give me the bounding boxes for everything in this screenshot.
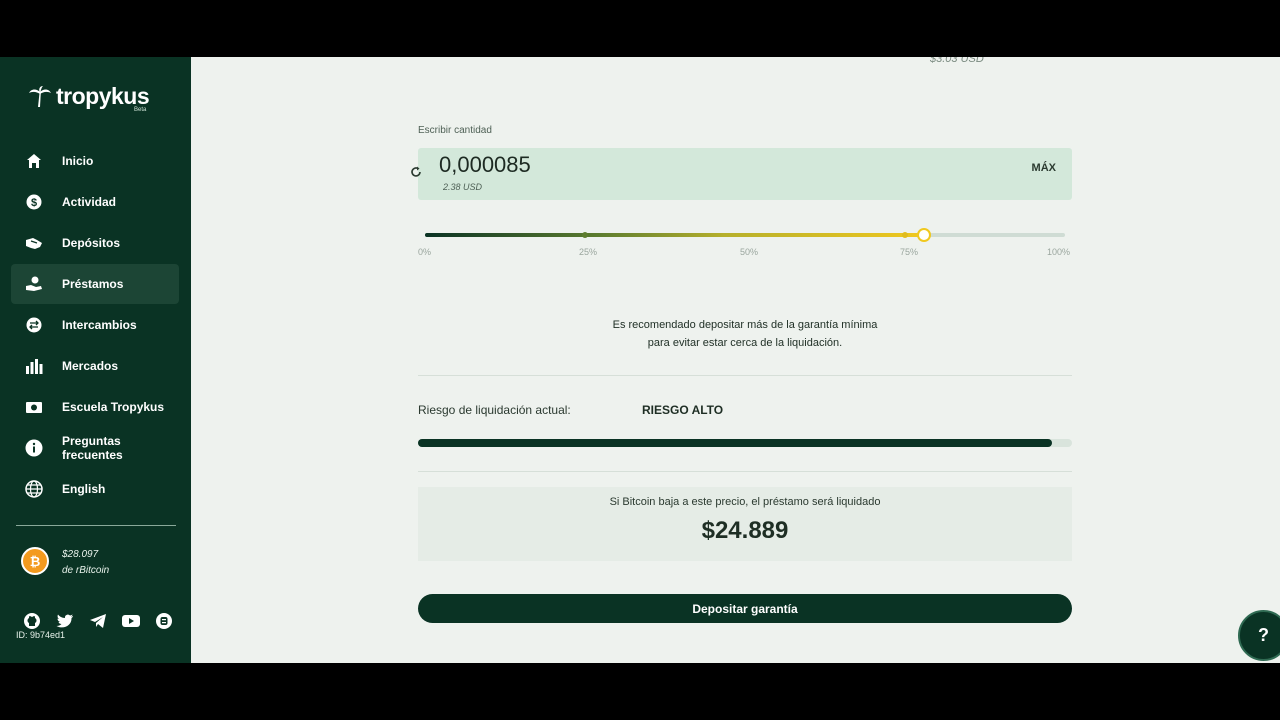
refresh-icon[interactable] — [410, 166, 422, 178]
social-links — [22, 611, 174, 631]
twitter-icon[interactable] — [55, 611, 75, 631]
main-content: $3.03 USD Escribir cantidad 0,000085 2.3… — [191, 57, 1280, 663]
bar-chart-icon — [25, 357, 43, 375]
telegram-icon[interactable] — [88, 611, 108, 631]
sidebar-item-label: English — [62, 482, 106, 496]
slider-tick-75 — [902, 232, 908, 238]
sidebar-item-label: Mercados — [62, 359, 119, 373]
amount-value[interactable]: 0,000085 — [439, 152, 531, 178]
logo-text: tropykus — [56, 83, 150, 109]
risk-bar — [418, 439, 1072, 447]
logo[interactable]: tropykus Beta — [28, 83, 150, 113]
sidebar-item-escuela[interactable]: Escuela Tropykus — [11, 387, 179, 427]
slider-thumb[interactable] — [917, 228, 932, 242]
amount-label: Escribir cantidad — [418, 125, 492, 136]
sidebar-item-preguntas[interactable]: Preguntas frecuentes — [11, 428, 179, 468]
sidebar-nav: Inicio $ Actividad Depósitos Préstamos I… — [11, 141, 179, 510]
risk-value: RIESGO ALTO — [642, 403, 724, 417]
liquidation-price: $24.889 — [701, 517, 789, 544]
amount-usd: 2.38 USD — [443, 182, 483, 192]
beta-badge: Beta — [134, 107, 147, 113]
sidebar-item-label: Escuela Tropykus — [62, 400, 165, 414]
risk-bar-fill — [418, 439, 1053, 447]
divider — [418, 375, 1072, 376]
dollar-icon: $ — [25, 193, 43, 211]
svg-text:$: $ — [31, 197, 37, 209]
loan-icon — [25, 275, 43, 293]
bitcoin-symbol: ₿ — [29, 553, 41, 569]
amount-slider[interactable]: 0% 25% 50% 75% 100% — [418, 227, 1072, 257]
btc-price-widget: ₿ $28.097 de rBitcoin — [21, 547, 109, 579]
sidebar-item-label: Preguntas frecuentes — [62, 434, 123, 462]
sidebar: tropykus Beta Inicio $ Actividad Depósit… — [0, 57, 191, 663]
btc-unit: de rBitcoin — [62, 565, 110, 576]
slider-label-25: 25% — [579, 247, 598, 257]
help-button[interactable]: ? — [1238, 610, 1280, 661]
github-icon[interactable] — [22, 611, 42, 631]
sidebar-item-label: Inicio — [62, 154, 94, 168]
palm-tree-icon — [29, 85, 51, 107]
sidebar-divider — [16, 525, 176, 526]
sidebar-item-depositos[interactable]: Depósitos — [11, 223, 179, 263]
blog-icon[interactable] — [154, 611, 174, 631]
btc-price: $28.097 — [62, 549, 99, 560]
home-icon — [25, 152, 43, 170]
sidebar-item-mercados[interactable]: Mercados — [11, 346, 179, 386]
info-icon — [25, 439, 43, 457]
youtube-icon[interactable] — [121, 611, 141, 631]
sidebar-item-prestamos[interactable]: Préstamos — [11, 264, 179, 304]
sidebar-item-label: Depósitos — [62, 236, 121, 250]
slider-label-0: 0% — [418, 247, 432, 257]
top-usd-value: $3.03 USD — [930, 57, 984, 65]
sidebar-item-label: Préstamos — [62, 277, 124, 291]
video-icon — [25, 398, 43, 416]
slider-fill — [425, 233, 925, 237]
liquidation-box: Si Bitcoin baja a este precio, el présta… — [418, 487, 1072, 561]
sidebar-item-actividad[interactable]: $ Actividad — [11, 182, 179, 222]
divider — [418, 471, 1072, 472]
sidebar-item-inicio[interactable]: Inicio — [11, 141, 179, 181]
liquidation-text: Si Bitcoin baja a este precio, el présta… — [609, 496, 881, 508]
sidebar-item-label: Intercambios — [62, 318, 137, 332]
recommendation-line-1: Es recomendado depositar más de la garan… — [612, 319, 878, 331]
recommendation-text: Es recomendado depositar más de la garan… — [518, 316, 972, 352]
slider-label-50: 50% — [740, 247, 759, 257]
risk-label: Riesgo de liquidación actual: — [418, 403, 571, 417]
sidebar-item-english[interactable]: English — [11, 469, 179, 509]
sidebar-item-intercambios[interactable]: Intercambios — [11, 305, 179, 345]
recommendation-line-2: para evitar estar cerca de la liquidació… — [647, 337, 843, 349]
max-button[interactable]: MÁX — [1032, 162, 1056, 174]
amount-input[interactable]: 0,000085 2.38 USD MÁX — [411, 148, 1072, 200]
bitcoin-icon: ₿ — [21, 547, 49, 575]
deposit-collateral-button[interactable]: Depositar garantía — [418, 594, 1072, 623]
slider-label-75: 75% — [900, 247, 919, 257]
app-frame: tropykus Beta Inicio $ Actividad Depósit… — [0, 57, 1280, 663]
slider-label-100: 100% — [1047, 247, 1071, 257]
user-id: ID: 9b74ed1 — [16, 630, 66, 640]
deposit-icon — [25, 234, 43, 252]
swap-icon — [25, 316, 43, 334]
sidebar-item-label: Actividad — [62, 195, 117, 209]
globe-icon — [25, 480, 43, 498]
slider-tick-25 — [582, 232, 588, 238]
